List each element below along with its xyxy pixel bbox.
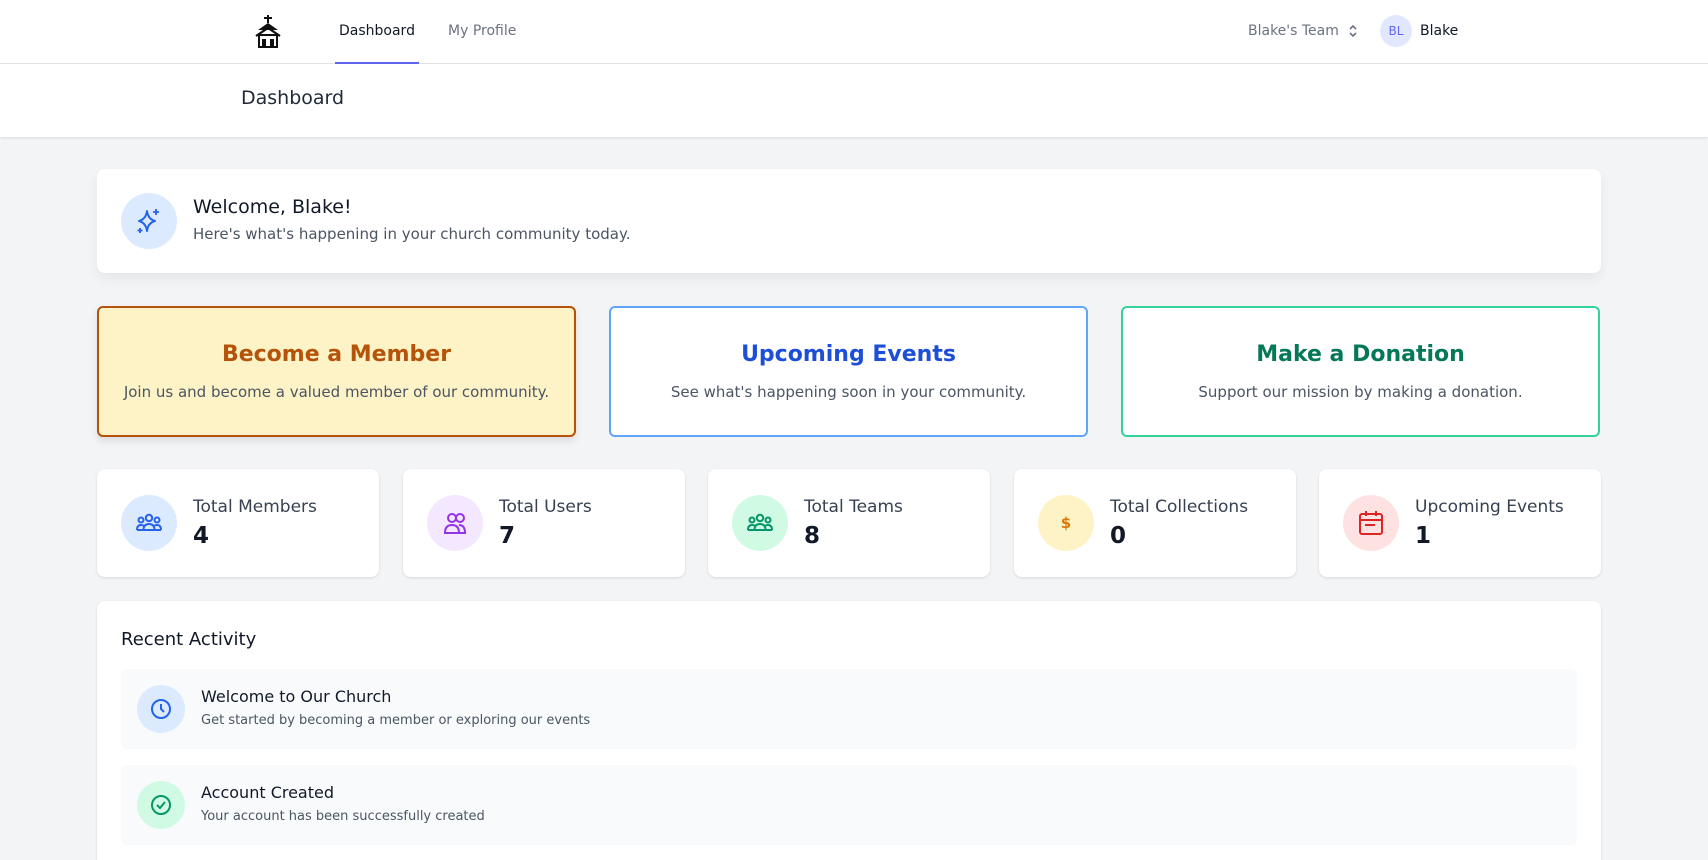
- stat-card-total-members: Total Members 4: [97, 469, 379, 577]
- stat-value: 1: [1415, 523, 1432, 549]
- stat-label: Total Members: [193, 497, 317, 517]
- stat-card-upcoming-events: Upcoming Events 1: [1319, 469, 1601, 577]
- user-name[interactable]: Blake: [1420, 23, 1458, 39]
- welcome-card: Welcome, Blake! Here's what's happening …: [97, 169, 1601, 273]
- action-title: Become a Member: [221, 342, 452, 367]
- stat-card-total-users: Total Users 7: [403, 469, 685, 577]
- stat-card-total-collections: $ Total Collections 0: [1014, 469, 1296, 577]
- stat-card-total-teams: Total Teams 8: [708, 469, 990, 577]
- become-member-card[interactable]: Become a Member Join us and become a val…: [97, 306, 576, 437]
- action-title: Make a Donation: [1256, 342, 1465, 367]
- check-circle-icon: [137, 781, 185, 829]
- action-description: See what's happening soon in your commun…: [670, 383, 1027, 401]
- svg-text:$: $: [1061, 514, 1071, 532]
- activity-title: Welcome to Our Church: [201, 687, 392, 706]
- sparkles-icon: [121, 193, 177, 249]
- upcoming-events-card[interactable]: Upcoming Events See what's happening soo…: [609, 306, 1088, 437]
- page-header: Dashboard: [0, 64, 1708, 137]
- stat-label: Upcoming Events: [1415, 497, 1564, 517]
- list-item[interactable]: Account Created Your account has been su…: [121, 765, 1577, 845]
- welcome-subtitle: Here's what's happening in your church c…: [193, 225, 631, 243]
- activity-description: Get started by becoming a member or expl…: [201, 713, 591, 728]
- page-title: Dashboard: [241, 87, 345, 109]
- stat-value: 7: [499, 523, 516, 549]
- members-group-icon: [121, 495, 177, 551]
- stat-value: 0: [1110, 523, 1127, 549]
- avatar[interactable]: BL: [1380, 15, 1412, 47]
- team-switcher-label: Blake's Team: [1248, 23, 1339, 39]
- activity-title: Account Created: [201, 783, 335, 802]
- action-description: Support our mission by making a donation…: [1198, 383, 1523, 401]
- stat-label: Total Collections: [1110, 497, 1249, 517]
- action-description: Join us and become a valued member of ou…: [123, 383, 550, 401]
- stat-value: 4: [193, 523, 210, 549]
- recent-activity-title: Recent Activity: [121, 629, 257, 650]
- dollar-icon: $: [1038, 495, 1094, 551]
- action-title: Upcoming Events: [741, 342, 956, 367]
- stat-value: 8: [804, 523, 821, 549]
- users-icon: [427, 495, 483, 551]
- nav-dashboard-link[interactable]: Dashboard: [335, 0, 419, 64]
- make-donation-card[interactable]: Make a Donation Support our mission by m…: [1121, 306, 1600, 437]
- welcome-title: Welcome, Blake!: [193, 196, 352, 218]
- top-navigation: Dashboard My Profile Blake's Team BL Bla…: [0, 0, 1708, 64]
- stat-label: Total Users: [499, 497, 592, 517]
- church-logo-icon[interactable]: [253, 14, 283, 48]
- chevron-up-down-icon: [1349, 24, 1357, 38]
- team-switcher[interactable]: Blake's Team: [1248, 0, 1359, 62]
- activity-description: Your account has been successfully creat…: [201, 809, 485, 824]
- calendar-icon: [1343, 495, 1399, 551]
- recent-activity-panel: Recent Activity Welcome to Our Church Ge…: [97, 601, 1601, 860]
- user-menu[interactable]: BL Blake: [1380, 15, 1458, 47]
- list-item[interactable]: Welcome to Our Church Get started by bec…: [121, 669, 1577, 749]
- teams-group-icon: [732, 495, 788, 551]
- nav-my-profile-link[interactable]: My Profile: [448, 0, 516, 64]
- stat-label: Total Teams: [804, 497, 903, 517]
- clock-icon: [137, 685, 185, 733]
